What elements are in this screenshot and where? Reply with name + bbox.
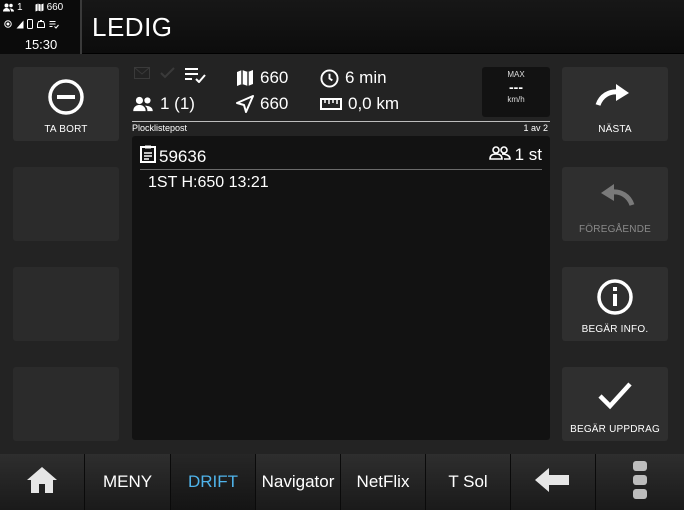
list-header: Plocklistepost 1 av 2 (132, 121, 550, 135)
signal-icon (16, 20, 24, 29)
nav-tab-meny[interactable]: MENY (85, 454, 171, 510)
clock-time: 15:30 (24, 37, 58, 52)
nav-tab-drift[interactable]: DRIFT (171, 454, 256, 510)
speed-max-label: MAX (507, 70, 525, 79)
persons-info: 1 (1) (132, 94, 195, 114)
empty-left-button-2 (13, 167, 119, 241)
request-assignment-button-label: BEGÄR UPPDRAG (570, 424, 660, 435)
vehicle-number: 660 (46, 2, 64, 13)
minus-circle-icon (13, 77, 119, 117)
undo-arrow-icon (562, 181, 668, 211)
previous-button[interactable]: FÖREGÅENDE (562, 167, 668, 241)
order-detail: 1ST H:650 13:21 (148, 174, 269, 191)
remove-button[interactable]: TA BORT (13, 67, 119, 141)
passengers-icon (3, 3, 14, 12)
next-button-label: NÄSTA (598, 124, 632, 135)
check-icon (160, 67, 176, 79)
order-id: 59636 (140, 145, 206, 168)
screen: 1 660 15:30 LEDIG TA BORT NÄSTA FÖREGÅEN… (0, 0, 684, 510)
status-box[interactable]: 1 660 15:30 (0, 0, 82, 54)
navigation-value: 660 (260, 94, 289, 113)
request-info-button-label: BEGÄR INFO. (581, 324, 649, 335)
navigation-info: 660 (236, 94, 288, 114)
home-button[interactable] (0, 454, 85, 510)
list-check-icon (49, 20, 59, 29)
previous-button-label: FÖREGÅENDE (578, 224, 651, 235)
people-outline-icon (488, 145, 511, 165)
page-title: LEDIG (92, 12, 173, 42)
time-value: 6 min (345, 68, 387, 87)
nav-tab-t-sol[interactable]: T Sol (426, 454, 511, 510)
request-info-button[interactable]: BEGÄR INFO. (562, 267, 668, 341)
info-circle-icon (562, 277, 668, 317)
list-title: Plocklistepost (132, 123, 188, 133)
passenger-count: 1 (17, 2, 23, 13)
order-row: 59636 1 st (140, 142, 542, 170)
gps-icon (3, 19, 13, 29)
pick-list-panel[interactable]: 59636 1 st 1ST H:650 13:21 (132, 136, 550, 440)
count-value: 1 st (514, 145, 542, 164)
next-button[interactable]: NÄSTA (562, 67, 668, 141)
back-button[interactable] (511, 454, 596, 510)
redo-arrow-icon (562, 81, 668, 111)
persons-value: 1 (1) (160, 94, 195, 113)
nav-tab-navigator[interactable]: Navigator (256, 454, 341, 510)
nav-tab-netflix[interactable]: NetFlix (341, 454, 426, 510)
status-row-1: 1 660 (3, 2, 63, 13)
remove-button-label: TA BORT (44, 124, 88, 135)
more-vertical-icon (632, 460, 648, 505)
empty-left-button-4 (13, 367, 119, 441)
request-assignment-button[interactable]: BEGÄR UPPDRAG (562, 367, 668, 441)
phone-icon (27, 19, 33, 29)
map-icon (35, 3, 44, 12)
more-button[interactable] (596, 454, 684, 510)
speed-value: --- (509, 79, 523, 95)
speed-indicator: MAX --- km/h (482, 67, 550, 117)
distance-info: 0,0 km (320, 94, 399, 114)
time-info: 6 min (320, 68, 387, 88)
map-value: 660 (260, 68, 289, 87)
order-number: 59636 (159, 146, 207, 166)
clipboard-icon (140, 145, 156, 168)
top-bar: 1 660 15:30 LEDIG (0, 0, 684, 54)
home-icon (25, 465, 59, 500)
list-position: 1 av 2 (523, 123, 548, 133)
checkmark-icon (562, 379, 668, 413)
status-row-2 (3, 19, 59, 29)
empty-left-button-3 (13, 267, 119, 341)
envelope-icon (134, 67, 150, 79)
taxi-icon (36, 19, 46, 29)
distance-value: 0,0 km (348, 94, 400, 113)
speed-unit: km/h (507, 95, 525, 104)
list-check-icon (184, 67, 206, 83)
passenger-count-info: 1 st (488, 145, 542, 165)
map-info: 660 (236, 68, 288, 88)
bottom-nav: MENY DRIFT Navigator NetFlix T Sol (0, 454, 684, 510)
back-arrow-icon (533, 466, 573, 499)
